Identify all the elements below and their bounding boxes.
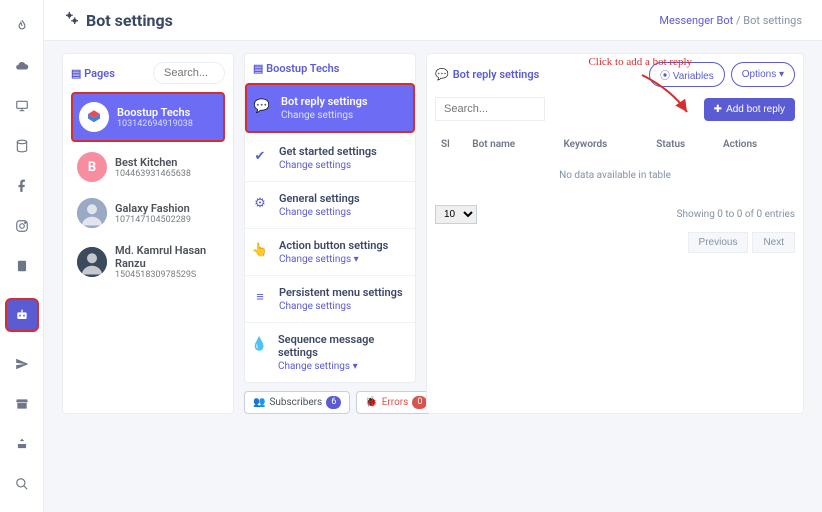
page-item[interactable]: Galaxy Fashion107147104502289: [71, 190, 225, 236]
page-item[interactable]: Boostup Techs103142694919038: [71, 92, 225, 142]
page-name: Best Kitchen: [115, 156, 191, 169]
page-id: 103142694919038: [117, 119, 193, 129]
page-item[interactable]: B Best Kitchen104463931465638: [71, 144, 225, 190]
users-icon: 👥: [253, 397, 265, 408]
setting-item[interactable]: 👆 Action button settings Change settings ▾: [245, 229, 415, 276]
instagram-icon[interactable]: [14, 218, 30, 234]
monitor-icon[interactable]: [14, 98, 30, 114]
breadcrumb-current: Bot settings: [743, 14, 802, 27]
settings-column: ▤ Boostup Techs 💬 Bot reply settings Chang…: [244, 53, 416, 414]
options-button[interactable]: Options ▾: [731, 62, 795, 87]
table-header[interactable]: Actions: [719, 133, 793, 156]
bot-icon[interactable]: [5, 298, 39, 332]
check-icon: ✔: [251, 147, 269, 165]
reply-search-input[interactable]: [435, 97, 545, 121]
page-title: Bot settings: [64, 10, 173, 30]
search-icon[interactable]: [14, 476, 30, 492]
page-id: 104463931465638: [115, 169, 191, 179]
page-header: Bot settings Messenger Bot / Bot setting…: [44, 0, 822, 41]
setting-item[interactable]: ✔ Get started settings Change settings: [245, 135, 415, 182]
table-header[interactable]: Bot name: [468, 133, 557, 156]
bot-reply-title: 💬 Bot reply settings: [435, 68, 539, 81]
bug-icon: 🐞: [365, 397, 377, 408]
page-item[interactable]: Md. Kamrul Hasan Ranzu150451830978529S: [71, 236, 225, 288]
setting-title: Action button settings: [279, 239, 388, 252]
pages-search-input[interactable]: [153, 62, 225, 84]
page-avatar: [77, 198, 107, 228]
errors-pill[interactable]: 🐞 Errors 0: [356, 391, 436, 414]
flame-icon[interactable]: [14, 18, 30, 34]
setting-title: General settings: [279, 192, 360, 205]
bot-reply-table: SlBot nameKeywordsStatusActions No data …: [435, 131, 795, 195]
page-name: Boostup Techs: [117, 106, 193, 119]
table-header[interactable]: Status: [652, 133, 717, 156]
chat-icon: 💬: [253, 97, 271, 115]
setting-title: Bot reply settings: [281, 95, 368, 108]
share-icon[interactable]: [14, 436, 30, 452]
chat-icon: 💬: [435, 68, 449, 81]
left-sidebar: [0, 0, 44, 512]
breadcrumb: Messenger Bot / Bot settings: [659, 14, 802, 27]
setting-sub[interactable]: Change settings ▾: [278, 361, 409, 372]
content-row: ▤ Pages Boostup Techs103142694919038 B Bes…: [44, 41, 822, 426]
pages-panel: ▤ Pages Boostup Techs103142694919038 B Bes…: [62, 53, 234, 414]
gears-icon: [64, 10, 80, 30]
setting-item[interactable]: 💧 Sequence message settings Change setting…: [245, 323, 415, 382]
drop-icon: 💧: [251, 335, 268, 353]
next-button[interactable]: Next: [752, 232, 795, 253]
setting-sub[interactable]: Change settings: [279, 301, 403, 312]
contacts-icon[interactable]: [14, 258, 30, 274]
page-id: 150451830978529S: [115, 270, 219, 280]
page-name: Md. Kamrul Hasan Ranzu: [115, 244, 219, 270]
settings-panel-title: ▤ Boostup Techs: [253, 62, 339, 75]
setting-item[interactable]: 💬 Bot reply settings Change settings: [245, 83, 415, 133]
store-icon[interactable]: [14, 396, 30, 412]
page-avatar: [79, 102, 109, 132]
send-icon[interactable]: [14, 356, 30, 372]
pointer-icon: 👆: [251, 241, 269, 259]
variables-button[interactable]: ⦿ Variables: [649, 62, 725, 87]
page-title-text: Bot settings: [86, 11, 173, 30]
setting-sub[interactable]: Change settings: [281, 110, 368, 121]
page-name: Galaxy Fashion: [115, 202, 191, 215]
setting-sub[interactable]: Change settings ▾: [279, 254, 388, 265]
database-icon[interactable]: [14, 138, 30, 154]
subscribers-pill[interactable]: 👥 Subscribers 6: [244, 391, 350, 414]
setting-item[interactable]: ⚙ General settings Change settings: [245, 182, 415, 229]
setting-sub[interactable]: Change settings: [279, 160, 377, 171]
table-header[interactable]: Keywords: [559, 133, 650, 156]
bot-reply-panel: 💬 Bot reply settings ⦿ Variables Options…: [426, 53, 804, 414]
setting-title: Get started settings: [279, 145, 377, 158]
pages-panel-title: ▤ Pages: [71, 67, 115, 80]
table-empty: No data available in table: [437, 158, 793, 193]
gear-icon: ⚙: [251, 194, 269, 212]
facebook-icon[interactable]: [14, 178, 30, 194]
setting-sub[interactable]: Change settings: [279, 207, 360, 218]
page-avatar: [77, 247, 107, 277]
setting-title: Persistent menu settings: [279, 286, 403, 299]
table-info: Showing 0 to 0 of 0 entries: [677, 209, 795, 220]
page-id: 107147104502289: [115, 215, 191, 225]
page-avatar: B: [77, 152, 107, 182]
setting-title: Sequence message settings: [278, 333, 409, 359]
add-bot-reply-button[interactable]: ✚ Add bot reply: [704, 98, 795, 121]
menu-icon: ≡: [251, 288, 269, 306]
table-header[interactable]: Sl: [437, 133, 466, 156]
plus-icon: ✚: [714, 104, 722, 115]
breadcrumb-link[interactable]: Messenger Bot: [659, 14, 733, 27]
prev-button[interactable]: Previous: [688, 232, 749, 253]
page-length-select[interactable]: 10: [435, 205, 477, 224]
main-area: Bot settings Messenger Bot / Bot setting…: [44, 0, 822, 512]
setting-item[interactable]: ≡ Persistent menu settings Change settings: [245, 276, 415, 323]
cloud-download-icon[interactable]: [14, 58, 30, 74]
